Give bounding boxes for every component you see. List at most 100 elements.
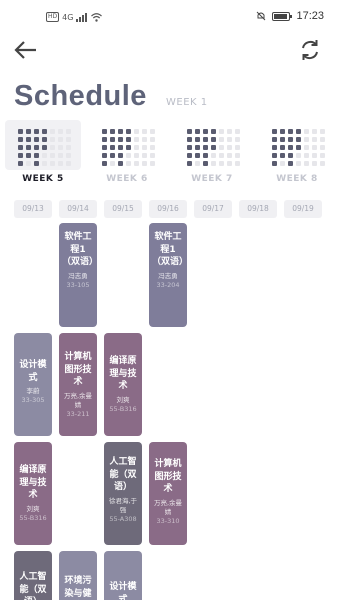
refresh-button[interactable] [296, 36, 324, 64]
week-dot [34, 153, 39, 158]
week-dot [304, 153, 309, 158]
course-card[interactable]: 软件工程1（双语） 冯志勇 33-105 [59, 223, 97, 327]
week-dot [312, 153, 317, 158]
course-teacher: 刘爽 [26, 504, 40, 513]
week-dot-grid [187, 129, 240, 166]
status-right: 17:23 [256, 10, 324, 22]
week-dot [203, 145, 208, 150]
week-dot [235, 145, 240, 150]
course-card[interactable]: 人工智能（双语） [14, 551, 52, 600]
week-dot [219, 129, 224, 134]
week-dot [126, 129, 131, 134]
course-teacher: 万亮,余曼婧 [63, 391, 93, 409]
page-title: Schedule [14, 80, 147, 112]
week-dot [219, 161, 224, 166]
week-dot [211, 145, 216, 150]
week-label: WEEK 7 [191, 174, 233, 184]
course-card[interactable]: 软件工程1（双语） 冯志勇 33-204 [149, 223, 187, 327]
week-dot [42, 129, 47, 134]
course-name: 设计模式 [19, 360, 47, 383]
week-dot [320, 145, 325, 150]
course-name: 软件工程1（双语） [152, 232, 187, 267]
week-dot [42, 161, 47, 166]
course-card[interactable]: 设计模式 [104, 551, 142, 600]
course-name: 环境污染与健康 [64, 576, 92, 599]
week-dot [227, 153, 232, 158]
week-dot [272, 161, 277, 166]
course-card[interactable]: 计算机图形技术 万亮,余曼婧 33-211 [59, 333, 97, 436]
course-card[interactable]: 计算机图形技术 万亮,余曼婧 33-310 [149, 442, 187, 545]
current-week-label: WEEK 1 [166, 97, 208, 108]
course-teacher: 万亮,余曼婧 [153, 498, 183, 516]
week-dot [26, 145, 31, 150]
date-cell: 09/14 [59, 200, 97, 218]
week-dot [102, 129, 107, 134]
week-dot [34, 161, 39, 166]
week-dot [58, 161, 63, 166]
week-dot [102, 161, 107, 166]
course-teacher: 刘爽 [116, 395, 130, 404]
week-dot [42, 137, 47, 142]
week-dot-grid [18, 129, 71, 166]
week-dot [26, 137, 31, 142]
week-dot [102, 137, 107, 142]
week-dot [304, 137, 309, 142]
week-thumbnail [174, 120, 250, 170]
week-dot [118, 145, 123, 150]
course-room: 33-305 [21, 396, 45, 404]
week-dot [211, 137, 216, 142]
course-card[interactable]: 编译原理与技术 刘爽 55-B316 [14, 442, 52, 545]
week-dot [203, 161, 208, 166]
week-dot [58, 137, 63, 142]
course-room: 33-105 [66, 280, 90, 289]
week-dot [304, 129, 309, 134]
course-name: 人工智能（双语） [19, 572, 47, 600]
week-dot [110, 145, 115, 150]
week-dot [272, 145, 277, 150]
week-dot [272, 153, 277, 158]
week-dot [304, 161, 309, 166]
course-card[interactable]: 环境污染与健康 [59, 551, 97, 600]
week-dot [34, 129, 39, 134]
week-dot [296, 161, 301, 166]
week-dot [280, 129, 285, 134]
week-tab-8[interactable]: WEEK 8 [254, 118, 332, 190]
week-dot [50, 129, 55, 134]
week-thumbnail [259, 120, 335, 170]
week-dot [187, 145, 192, 150]
course-name: 编译原理与技术 [19, 465, 47, 500]
week-dot [102, 153, 107, 158]
week-label: WEEK 8 [276, 174, 318, 184]
week-tab-7[interactable]: WEEK 7 [169, 118, 247, 190]
week-dot [288, 129, 293, 134]
week-dot [134, 161, 139, 166]
course-card[interactable]: 编译原理与技术 刘爽 55-B316 [104, 333, 142, 436]
week-dot [66, 129, 71, 134]
week-label: WEEK 5 [22, 174, 64, 184]
week-selector: WEEK 5 WEEK 6 WEEK 7 WEEK 8 [0, 118, 338, 190]
week-dot [18, 161, 23, 166]
week-dot [280, 137, 285, 142]
week-dot [50, 161, 55, 166]
week-dot [58, 129, 63, 134]
week-dot [18, 153, 23, 158]
week-tab-6[interactable]: WEEK 6 [84, 118, 162, 190]
week-dot [26, 129, 31, 134]
week-dot [110, 137, 115, 142]
course-room: 33-204 [156, 280, 180, 289]
week-dot [134, 129, 139, 134]
week-tab-5[interactable]: WEEK 5 [0, 118, 81, 190]
week-dot [195, 153, 200, 158]
week-dot [126, 145, 131, 150]
back-button[interactable] [12, 36, 40, 64]
course-card[interactable]: 设计模式 李蔚 33-305 [14, 333, 52, 436]
course-room: 55-A308 [109, 514, 137, 523]
course-name: 设计模式 [109, 582, 137, 600]
week-dot [150, 129, 155, 134]
course-card[interactable]: 人工智能（双语） 徐君海,于强 55-A308 [104, 442, 142, 545]
week-dot [203, 153, 208, 158]
course-room: 33-211 [66, 409, 90, 418]
course-room: 55-B316 [19, 513, 47, 522]
week-dot [272, 129, 277, 134]
week-dot [66, 145, 71, 150]
